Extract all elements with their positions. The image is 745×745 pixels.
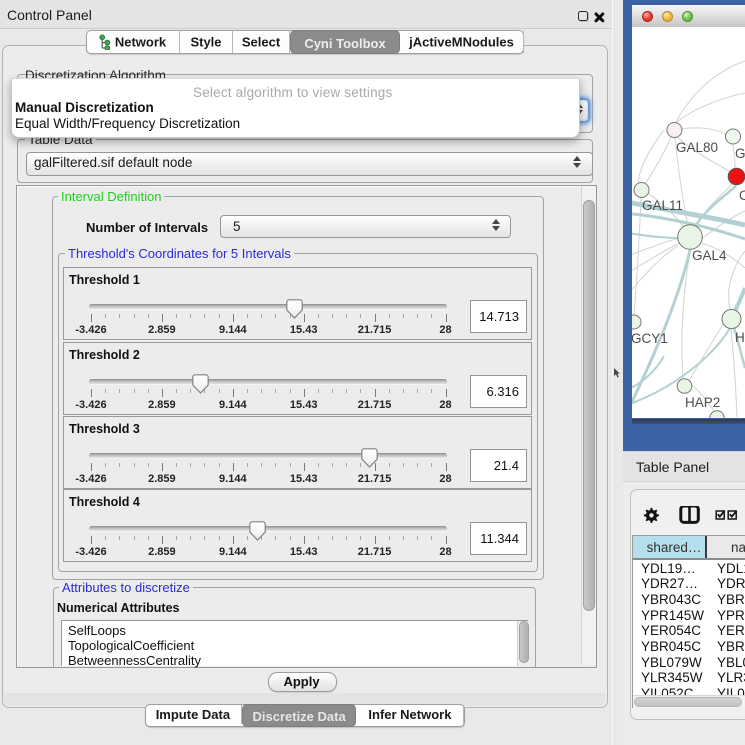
svg-text:GAL4: GAL4 <box>692 248 727 263</box>
svg-text:GAL80: GAL80 <box>676 140 718 155</box>
svg-text:GCY1: GCY1 <box>632 331 668 346</box>
svg-text:GA: GA <box>735 146 745 161</box>
svg-text:C: C <box>739 188 745 203</box>
svg-text:H: H <box>735 330 745 345</box>
svg-text:HAP2: HAP2 <box>685 395 720 410</box>
svg-text:GAL11: GAL11 <box>642 198 683 213</box>
